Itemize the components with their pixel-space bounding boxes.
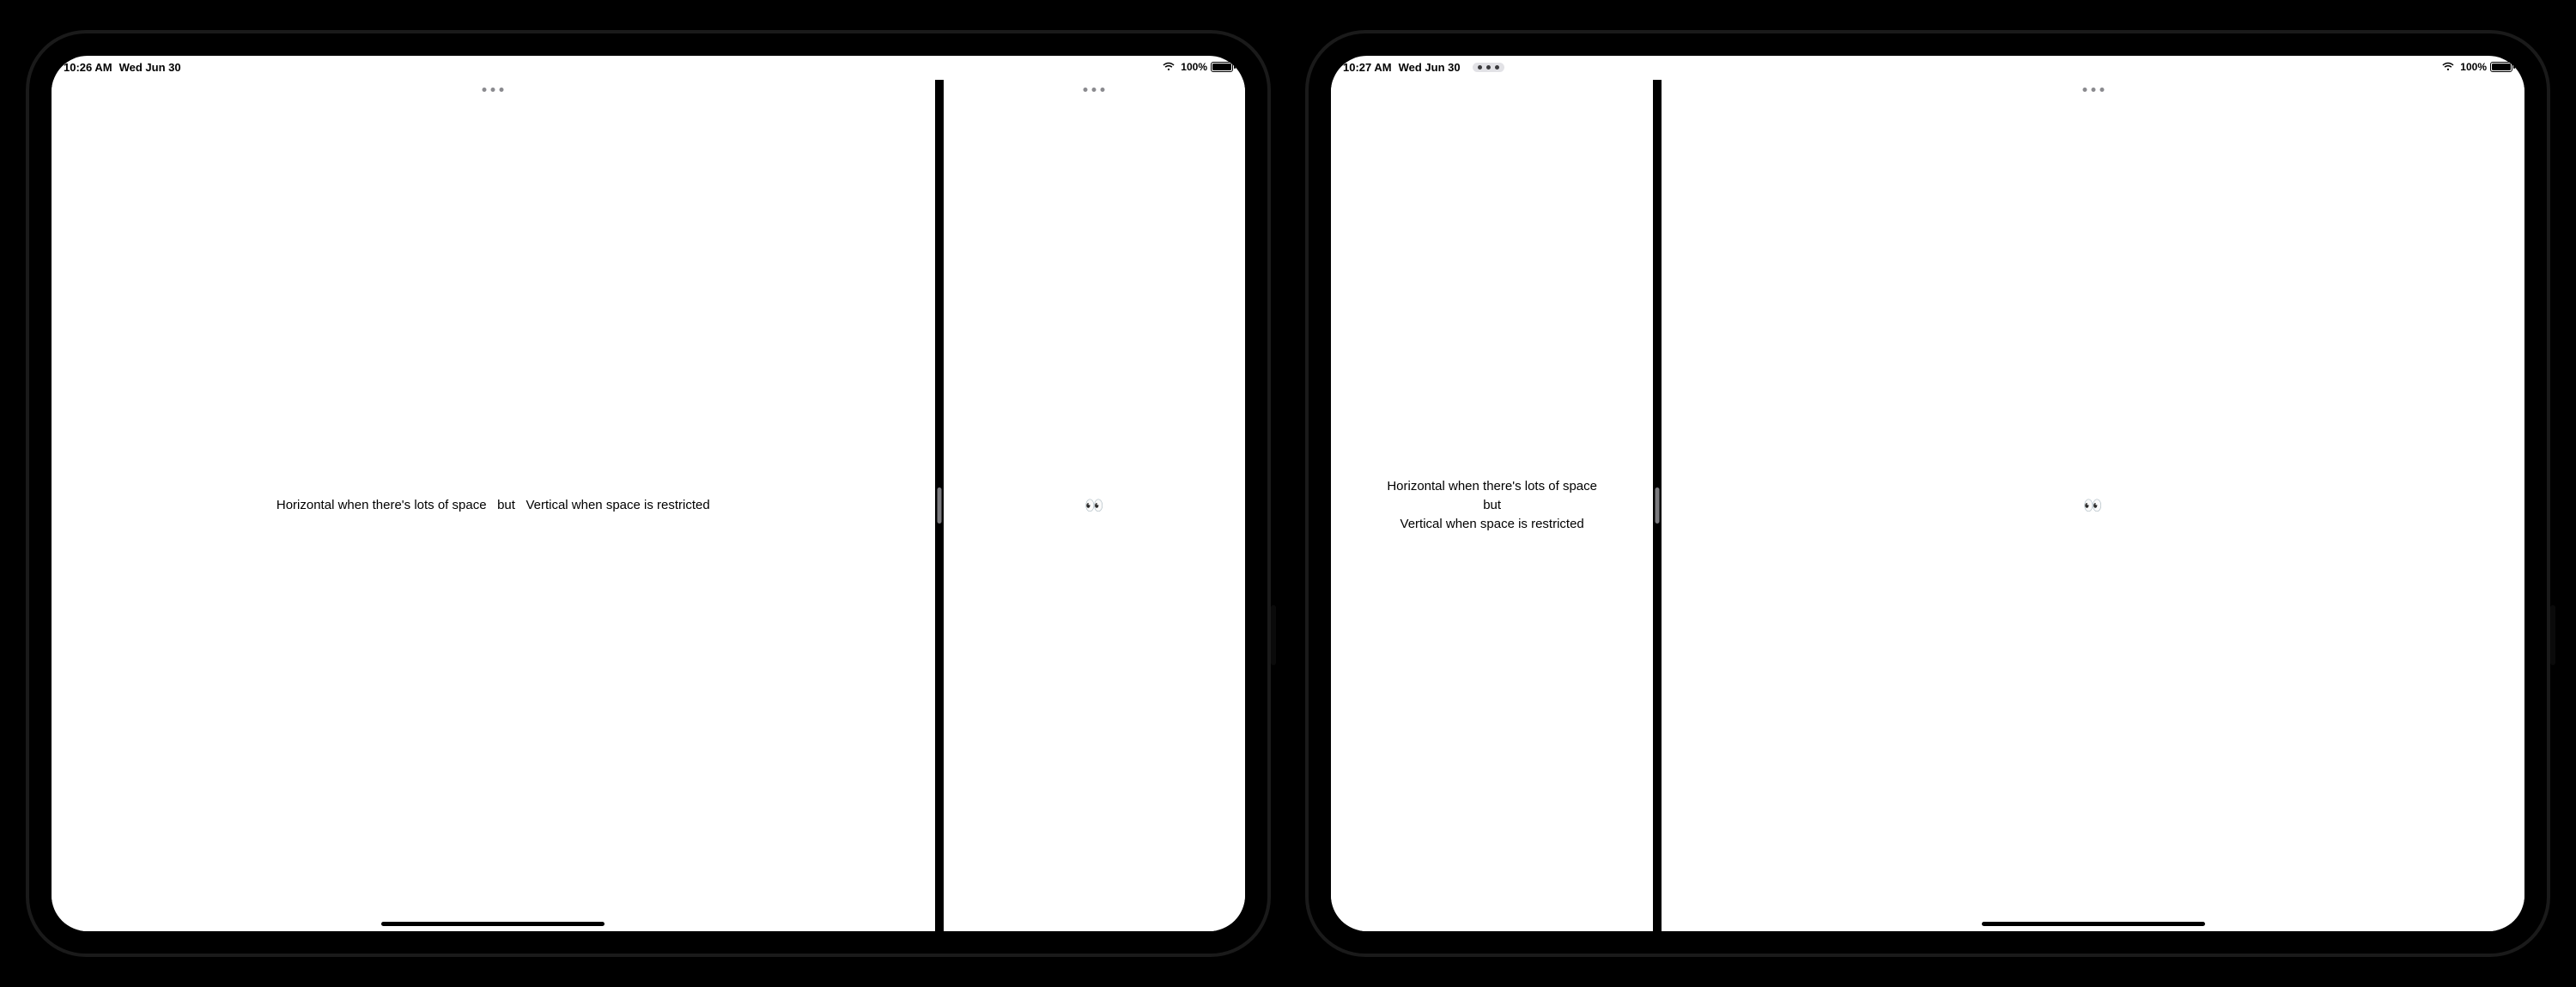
eyes-emoji: 👀 — [2083, 497, 2102, 515]
eyes-emoji: 👀 — [1084, 497, 1103, 515]
status-right: 100% — [2441, 61, 2512, 73]
primary-pane: Horizontal when there's lots of space bu… — [52, 80, 935, 931]
primary-pane: Horizontal when there's lots of space bu… — [1331, 80, 1653, 931]
wifi-icon — [2441, 62, 2455, 72]
battery-indicator: 100% — [1181, 61, 1233, 73]
status-left: 10:26 AM Wed Jun 30 — [64, 61, 181, 74]
battery-percent: 100% — [1181, 61, 1207, 73]
text-segment-2: but — [490, 498, 523, 512]
battery-indicator: 100% — [2460, 61, 2512, 73]
split-view: Horizontal when there's lots of space bu… — [1331, 80, 2524, 931]
status-time: 10:27 AM — [1343, 61, 1392, 74]
ipad-screen: 10:27 AM Wed Jun 30 100% — [1331, 56, 2524, 931]
multitask-dots-icon[interactable] — [1473, 63, 1504, 72]
status-bar: 10:26 AM Wed Jun 30 100% — [52, 56, 1245, 80]
text-segment-3: Vertical when space is restricted — [526, 498, 709, 512]
text-segment-2: but — [1387, 496, 1597, 515]
multitask-dots-icon[interactable] — [1078, 85, 1110, 94]
ipad-screen: 10:26 AM Wed Jun 30 100% — [52, 56, 1245, 931]
status-time: 10:26 AM — [64, 61, 112, 74]
divider-handle-icon[interactable] — [1656, 487, 1660, 524]
multitask-dots-icon[interactable] — [2077, 85, 2109, 94]
layout-demo-text: Horizontal when there's lots of space bu… — [1371, 477, 1613, 533]
battery-percent: 100% — [2460, 61, 2487, 73]
status-date: Wed Jun 30 — [119, 61, 181, 74]
status-date: Wed Jun 30 — [1399, 61, 1461, 74]
divider-handle-icon[interactable] — [937, 487, 941, 524]
status-bar: 10:27 AM Wed Jun 30 100% — [1331, 56, 2524, 80]
wifi-icon — [1162, 62, 1176, 72]
home-indicator[interactable] — [1982, 922, 2205, 926]
layout-demo-text: Horizontal when there's lots of space bu… — [261, 496, 726, 515]
text-segment-1: Horizontal when there's lots of space — [276, 498, 487, 512]
split-view: Horizontal when there's lots of space bu… — [52, 80, 1245, 931]
comparison-stage: 10:26 AM Wed Jun 30 100% — [0, 0, 2576, 987]
multitask-dots-icon[interactable] — [477, 85, 509, 94]
status-left: 10:27 AM Wed Jun 30 — [1343, 61, 1504, 74]
home-indicator[interactable] — [381, 922, 605, 926]
battery-icon — [2490, 62, 2512, 72]
split-divider[interactable] — [1653, 80, 1662, 931]
text-segment-3: Vertical when space is restricted — [1387, 515, 1597, 534]
battery-icon — [1211, 62, 1233, 72]
secondary-pane: 👀 — [944, 80, 1245, 931]
text-segment-1: Horizontal when there's lots of space — [1387, 477, 1597, 496]
status-right: 100% — [1162, 61, 1233, 73]
secondary-pane: 👀 — [1662, 80, 2524, 931]
ipad-device-2: 10:27 AM Wed Jun 30 100% — [1305, 30, 2550, 957]
ipad-device-1: 10:26 AM Wed Jun 30 100% — [26, 30, 1271, 957]
split-divider[interactable] — [935, 80, 944, 931]
